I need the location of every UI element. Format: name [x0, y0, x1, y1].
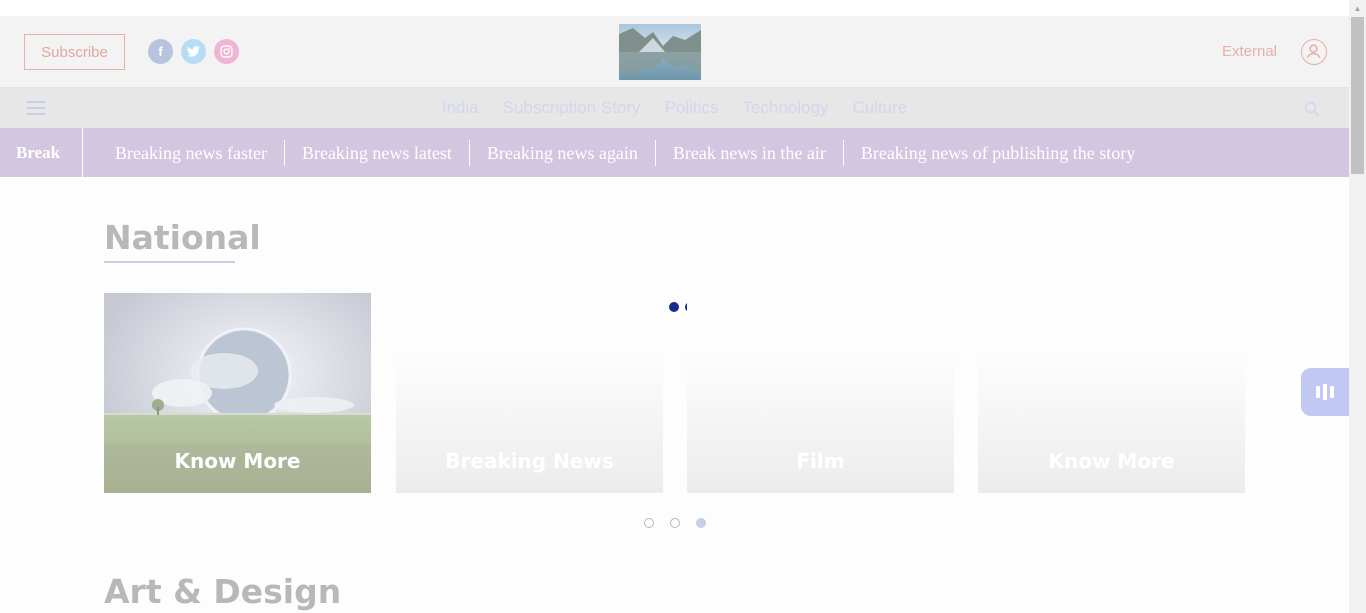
ticker-item[interactable]: Breaking news faster	[98, 140, 284, 166]
external-link[interactable]: External	[1222, 43, 1277, 60]
side-widget-button[interactable]	[1301, 368, 1349, 416]
account-icon[interactable]	[1301, 39, 1327, 65]
nav-item-technology[interactable]: Technology	[730, 98, 840, 118]
carousel-card[interactable]: Know More	[104, 293, 371, 493]
main-nav: India Subscription Story Politics Techno…	[0, 88, 1349, 128]
section-underline	[104, 261, 235, 263]
site-header: Subscribe f External	[0, 16, 1349, 88]
facebook-icon[interactable]: f	[148, 39, 173, 64]
twitter-icon[interactable]	[181, 39, 206, 64]
nav-item-india[interactable]: India	[430, 98, 491, 118]
ticker-item[interactable]: Breaking news of publishing the story	[842, 139, 1152, 166]
page: Subscribe f External India Subscription …	[0, 0, 1349, 613]
nav-menu: India Subscription Story Politics Techno…	[0, 88, 1349, 128]
scrollbar[interactable]: ▲	[1349, 0, 1366, 613]
ticker-item[interactable]: Breaking news again	[468, 139, 655, 166]
instagram-icon[interactable]	[214, 39, 239, 64]
ticker-item[interactable]: Breaking news latest	[283, 139, 469, 166]
scroll-up-arrow-icon[interactable]: ▲	[1349, 0, 1366, 17]
ticker-label: Break	[0, 128, 83, 177]
card-label: Film	[796, 449, 845, 473]
pagination-dot-active[interactable]	[696, 518, 706, 528]
nav-item-politics[interactable]: Politics	[653, 98, 731, 118]
section-title-national[interactable]: National	[104, 218, 261, 257]
nav-item-subscription-story[interactable]: Subscription Story	[491, 98, 653, 118]
breaking-news-ticker: Break Breaking news faster Breaking news…	[0, 128, 1349, 177]
carousel-pagination	[644, 518, 706, 528]
section-title-art-design[interactable]: Art & Design	[104, 572, 341, 611]
top-strip	[0, 0, 1349, 16]
nav-item-culture[interactable]: Culture	[840, 98, 919, 118]
ticker-item[interactable]: Break news in the air	[654, 139, 843, 166]
card-label: Know More	[174, 449, 301, 473]
pagination-dot[interactable]	[644, 518, 654, 528]
ticker-items: Breaking news faster Breaking news lates…	[83, 139, 1152, 166]
scroll-thumb[interactable]	[1351, 17, 1364, 174]
social-links: f	[148, 39, 239, 64]
carousel-card[interactable]: Breaking News	[396, 293, 663, 493]
subscribe-button[interactable]: Subscribe	[24, 34, 125, 70]
card-label: Know More	[1048, 449, 1175, 473]
carousel-card[interactable]: Film	[687, 293, 954, 493]
search-icon[interactable]	[1303, 100, 1321, 118]
carousel-card[interactable]: Know More	[978, 293, 1245, 493]
site-logo[interactable]	[619, 24, 701, 80]
pagination-dot[interactable]	[670, 518, 680, 528]
card-label: Breaking News	[445, 449, 614, 473]
